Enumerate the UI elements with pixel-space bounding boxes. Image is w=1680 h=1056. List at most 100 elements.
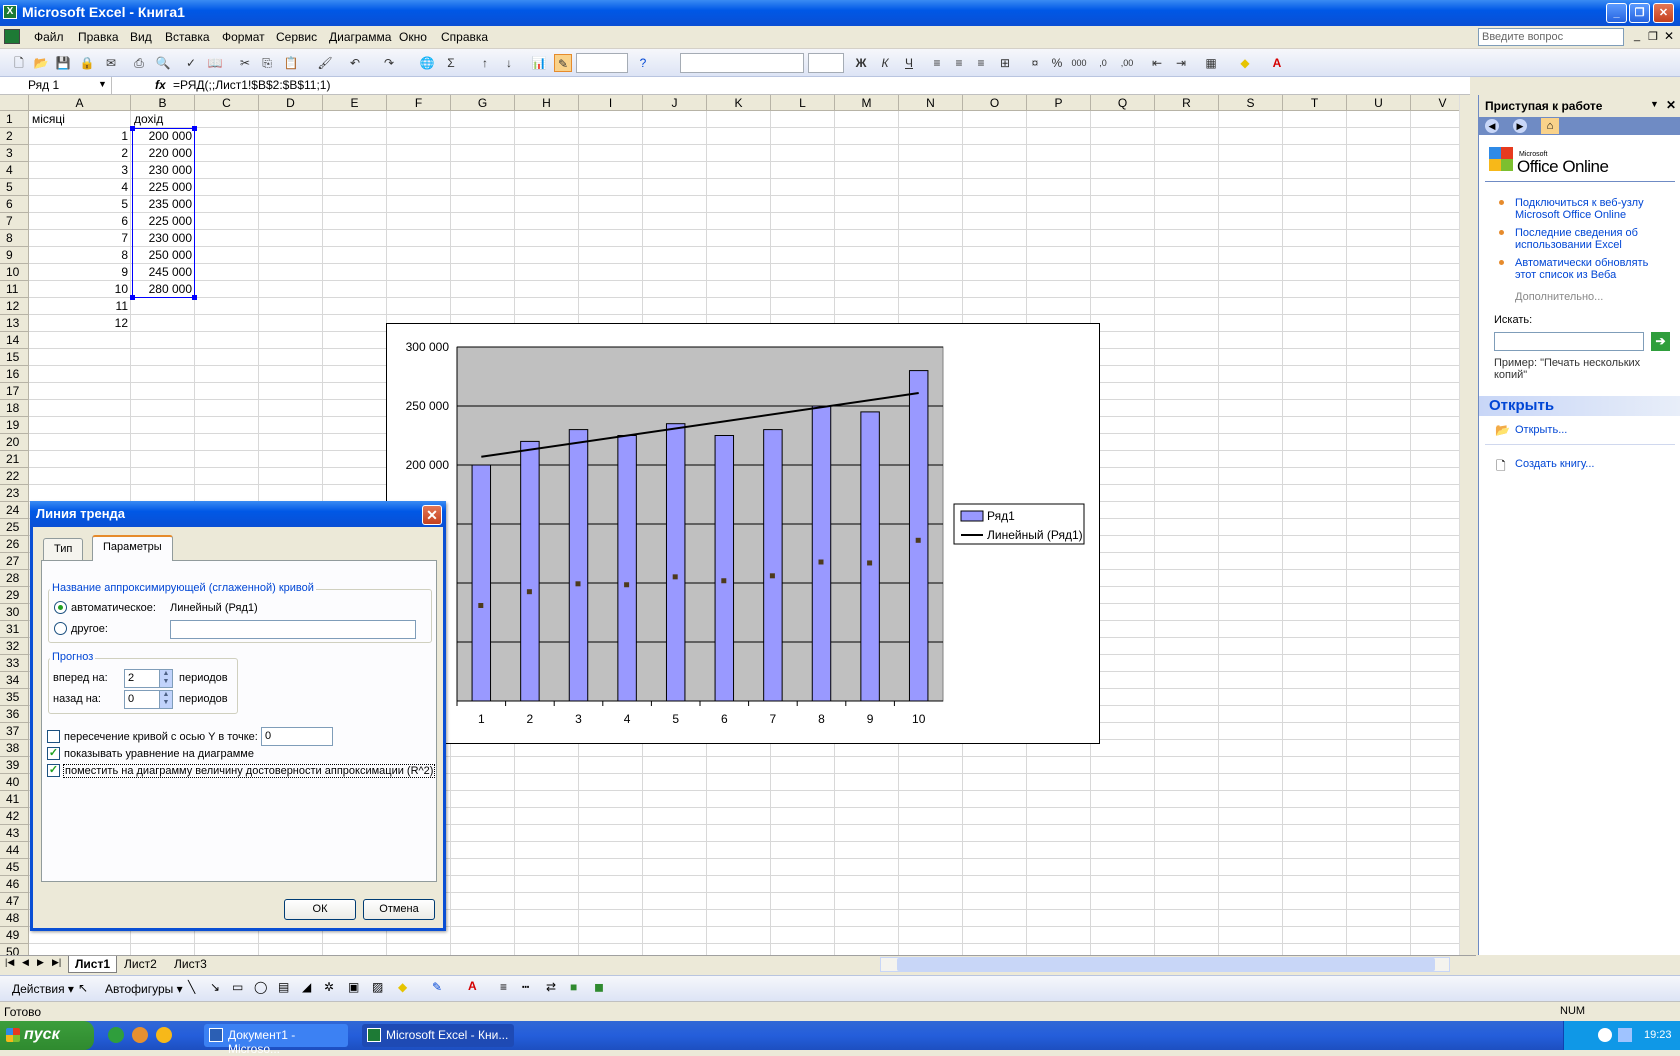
back-icon[interactable]: ◀ xyxy=(1485,119,1499,133)
column-header-f[interactable]: F xyxy=(387,95,451,111)
maximize-button[interactable]: ❐ xyxy=(1629,3,1650,23)
column-header-a[interactable]: A xyxy=(29,95,131,111)
row-header-5[interactable]: 5 xyxy=(0,179,29,196)
horizontal-scrollbar[interactable] xyxy=(880,957,1450,972)
row-header-31[interactable]: 31 xyxy=(0,621,29,638)
row-header-22[interactable]: 22 xyxy=(0,468,29,485)
cell-a12[interactable]: 11 xyxy=(29,298,128,315)
other-name-input[interactable] xyxy=(170,620,416,639)
forward-input[interactable]: 2 xyxy=(124,669,164,688)
embedded-chart[interactable]: 300 000 250 000 200 000 1 2 3 4 5 6 7 8 9 10 Ряд1 Лине… xyxy=(386,323,1100,744)
row-header-12[interactable]: 12 xyxy=(0,298,29,315)
office-online-logo[interactable]: Office Online xyxy=(1517,157,1609,177)
show-r2-label[interactable]: поместить на диаграмму величину достовер… xyxy=(63,764,436,778)
link-connect-office-online[interactable]: Подключиться к веб-узлу Microsoft Office… xyxy=(1515,197,1665,221)
task-pane-close-icon[interactable]: ✕ xyxy=(1666,98,1676,112)
quicklaunch-icon-2[interactable] xyxy=(132,1027,148,1043)
diagram-icon[interactable]: ✲ xyxy=(324,980,334,994)
row-header-7[interactable]: 7 xyxy=(0,213,29,230)
backward-spinner[interactable]: ▲ ▼ xyxy=(159,690,173,709)
link-auto-update[interactable]: Автоматически обновлять этот список из В… xyxy=(1515,257,1665,281)
intercept-input[interactable]: 0 xyxy=(261,727,333,746)
row-header-6[interactable]: 6 xyxy=(0,196,29,213)
backward-input[interactable]: 0 xyxy=(124,690,164,709)
row-header-10[interactable]: 10 xyxy=(0,264,29,281)
row-header-18[interactable]: 18 xyxy=(0,400,29,417)
link-create-workbook[interactable]: Создать книгу... xyxy=(1515,458,1594,470)
increase-decimal-icon[interactable]: ,0 xyxy=(1094,54,1112,72)
picture-icon[interactable]: ▨ xyxy=(372,980,383,994)
forward-spinner[interactable]: ▲ ▼ xyxy=(159,669,173,688)
column-header-b[interactable]: B xyxy=(131,95,195,111)
arrow-icon[interactable]: ↘ xyxy=(210,980,220,994)
doc-minimize-icon[interactable]: _ xyxy=(1634,30,1640,42)
align-left-icon[interactable]: ≡ xyxy=(928,54,946,72)
line-style-icon[interactable]: ≡ xyxy=(500,980,507,994)
range-handle-top-right[interactable] xyxy=(192,126,197,131)
show-equation-label[interactable]: показывать уравнение на диаграмме xyxy=(64,748,254,760)
row-header-35[interactable]: 35 xyxy=(0,689,29,706)
underline-icon[interactable]: Ч xyxy=(900,54,918,72)
open-icon[interactable]: 📂 xyxy=(32,54,50,72)
ok-button[interactable]: ОК xyxy=(284,899,356,920)
cell-a9[interactable]: 8 xyxy=(29,247,128,264)
start-button[interactable]: пуск xyxy=(0,1021,94,1050)
column-header-g[interactable]: G xyxy=(451,95,515,111)
italic-icon[interactable]: К xyxy=(876,54,894,72)
menu-help[interactable]: Справка xyxy=(441,30,488,44)
task-excel[interactable]: Microsoft Excel - Кни... xyxy=(362,1024,514,1047)
row-header-41[interactable]: 41 xyxy=(0,791,29,808)
column-header-h[interactable]: H xyxy=(515,95,579,111)
row-header-49[interactable]: 49 xyxy=(0,927,29,944)
row-header-17[interactable]: 17 xyxy=(0,383,29,400)
column-header-n[interactable]: N xyxy=(899,95,963,111)
row-header-21[interactable]: 21 xyxy=(0,451,29,468)
other-name-label[interactable]: другое: xyxy=(71,623,108,635)
cell-a11[interactable]: 10 xyxy=(29,281,128,298)
row-header-25[interactable]: 25 xyxy=(0,519,29,536)
merge-icon[interactable]: ⊞ xyxy=(996,54,1014,72)
other-name-radio[interactable] xyxy=(54,622,67,635)
column-header-d[interactable]: D xyxy=(259,95,323,111)
column-header-m[interactable]: M xyxy=(835,95,899,111)
borders-icon[interactable]: ▦ xyxy=(1202,54,1220,72)
quicklaunch-icon-1[interactable] xyxy=(108,1027,124,1043)
row-header-26[interactable]: 26 xyxy=(0,536,29,553)
font-select[interactable] xyxy=(680,53,804,73)
research-icon[interactable]: 📖 xyxy=(206,54,224,72)
row-header-39[interactable]: 39 xyxy=(0,757,29,774)
sheet-tab-2[interactable]: Лист2 xyxy=(118,956,163,973)
outdent-icon[interactable]: ⇤ xyxy=(1148,54,1166,72)
home-icon[interactable]: ⌂ xyxy=(1541,118,1559,134)
undo-icon[interactable]: ↶ xyxy=(346,54,364,72)
row-header-23[interactable]: 23 xyxy=(0,485,29,502)
sheet-tab-3[interactable]: Лист3 xyxy=(168,956,213,973)
column-header-i[interactable]: I xyxy=(579,95,643,111)
cancel-button[interactable]: Отмена xyxy=(363,899,435,920)
row-header-13[interactable]: 13 xyxy=(0,315,29,332)
row-header-38[interactable]: 38 xyxy=(0,740,29,757)
forward-icon[interactable]: ▶ xyxy=(1513,119,1527,133)
name-box[interactable]: Ряд 1 xyxy=(0,77,112,95)
print-icon[interactable]: ⎙ xyxy=(130,54,148,72)
column-header-u[interactable]: U xyxy=(1347,95,1411,111)
line-color-icon[interactable]: ✎ xyxy=(432,980,442,994)
row-header-28[interactable]: 28 xyxy=(0,570,29,587)
column-header-o[interactable]: O xyxy=(963,95,1027,111)
arrow-style-icon[interactable]: ⇄ xyxy=(546,980,556,994)
row-header-27[interactable]: 27 xyxy=(0,553,29,570)
show-r2-checkbox[interactable]: ✓ xyxy=(47,764,60,777)
bold-icon[interactable]: Ж xyxy=(852,54,870,72)
save-icon[interactable]: 💾 xyxy=(54,54,72,72)
permission-icon[interactable]: 🔒 xyxy=(78,54,96,72)
row-header-8[interactable]: 8 xyxy=(0,230,29,247)
column-header-l[interactable]: L xyxy=(771,95,835,111)
cell-a4[interactable]: 3 xyxy=(29,162,128,179)
preview-icon[interactable]: 🔍 xyxy=(154,54,172,72)
row-header-37[interactable]: 37 xyxy=(0,723,29,740)
row-header-45[interactable]: 45 xyxy=(0,859,29,876)
dash-style-icon[interactable]: ┅ xyxy=(522,980,529,994)
hyperlink-icon[interactable]: 🌐 xyxy=(418,54,436,72)
new-icon[interactable]: 🗋 xyxy=(10,54,28,72)
auto-name-label[interactable]: автоматическое: xyxy=(71,602,156,614)
